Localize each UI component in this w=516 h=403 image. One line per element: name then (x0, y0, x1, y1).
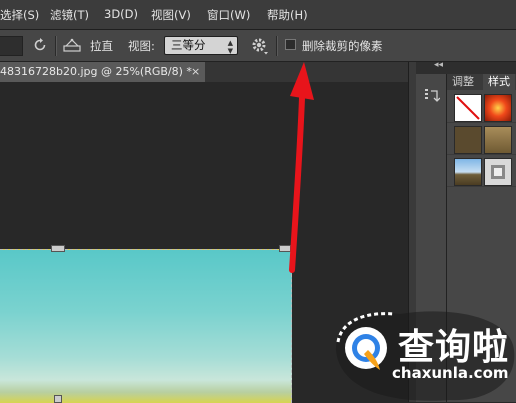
search-logo-icon (340, 322, 394, 383)
watermark-domain: chaxunla.com (392, 364, 509, 382)
watermark: 查询啦 chaxunla.com (330, 310, 516, 402)
watermark-brand: 查询啦 (398, 327, 510, 368)
